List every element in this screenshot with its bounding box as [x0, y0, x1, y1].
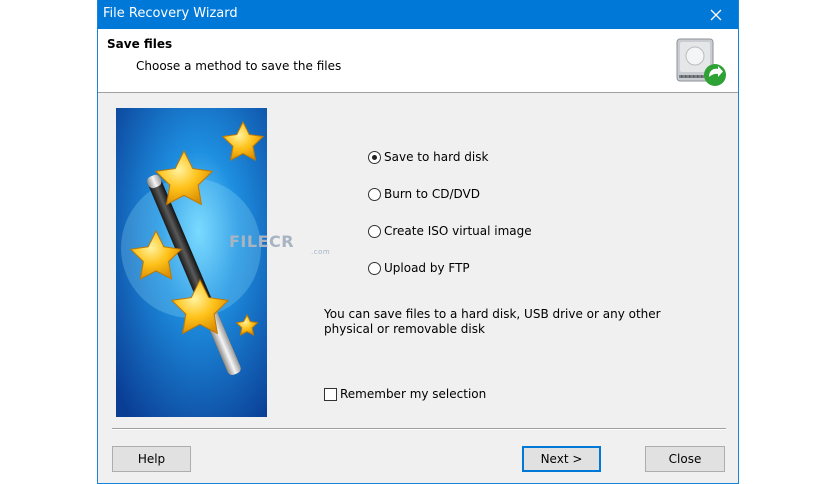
option-label: Upload by FTP [384, 261, 470, 275]
wizard-header: Save files Choose a method to save the f… [98, 29, 738, 93]
option-label: Create ISO virtual image [384, 224, 532, 238]
option-description: You can save files to a hard disk, USB d… [324, 307, 661, 336]
close-icon[interactable] [698, 0, 734, 29]
file-recovery-wizard-window: File Recovery Wizard Save files Choose a… [97, 0, 739, 484]
checkbox[interactable] [324, 387, 337, 401]
radio-button[interactable] [368, 224, 381, 238]
page-title: Save files [107, 37, 173, 51]
radio-button[interactable] [368, 261, 381, 275]
option-burn-to-cd-dvd[interactable]: Burn to CD/DVD [368, 187, 480, 201]
footer-divider [112, 428, 726, 430]
option-label: Burn to CD/DVD [384, 187, 480, 201]
option-save-to-hard-disk[interactable]: Save to hard disk [368, 150, 488, 164]
option-create-iso-image[interactable]: Create ISO virtual image [368, 224, 532, 238]
option-label: Save to hard disk [384, 150, 489, 164]
close-button[interactable]: Close [645, 446, 725, 472]
radio-button[interactable] [368, 150, 381, 164]
help-button[interactable]: Help [112, 446, 191, 472]
page-subtitle: Choose a method to save the files [136, 59, 342, 73]
remember-selection-checkbox[interactable]: Remember my selection [324, 387, 486, 401]
watermark-domain: .com [311, 248, 331, 256]
watermark-brand: FILECR [229, 232, 295, 251]
hard-drive-save-icon [676, 38, 726, 86]
title-bar[interactable]: File Recovery Wizard [98, 0, 738, 29]
window-title: File Recovery Wizard [103, 6, 238, 21]
checkbox-label: Remember my selection [340, 387, 487, 401]
option-upload-by-ftp[interactable]: Upload by FTP [368, 261, 470, 275]
magic-wand-illustration [116, 108, 267, 417]
radio-button[interactable] [368, 187, 381, 201]
next-button[interactable]: Next > [522, 446, 601, 472]
watermark: FILECR .com [229, 232, 330, 256]
